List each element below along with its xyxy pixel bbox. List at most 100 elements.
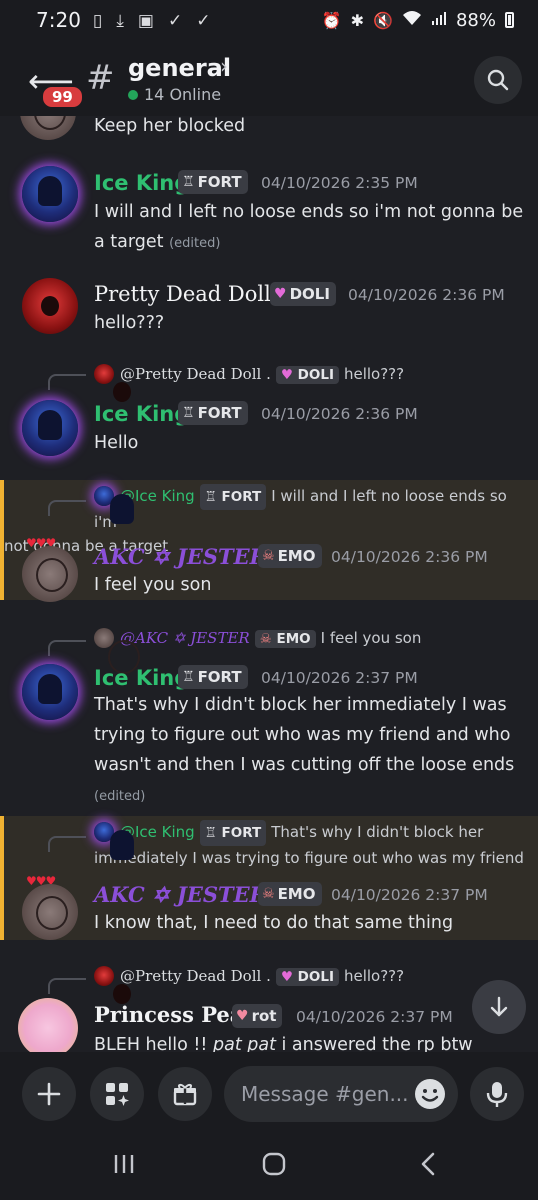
message-input[interactable]: Message #gen... (224, 1066, 458, 1122)
mini-avatar (94, 364, 114, 384)
timestamp: 04/10/2026 2:36 PM (348, 286, 505, 304)
author-name[interactable]: Ice King (94, 402, 189, 426)
avatar[interactable] (22, 664, 78, 720)
add-attachment-button[interactable] (22, 1067, 76, 1121)
timestamp: 04/10/2026 2:36 PM (261, 405, 418, 423)
author-name[interactable]: Ice King (94, 171, 189, 195)
role-tag[interactable]: ♖ FORT (178, 665, 248, 689)
battery-level: 88% (455, 9, 496, 31)
skull-icon: ☠ (262, 548, 275, 564)
online-dot-icon (128, 89, 138, 100)
avatar[interactable] (22, 166, 78, 222)
heart-icon: ♥ (280, 969, 293, 985)
message-list[interactable]: Keep her blocked Ice King ♖ FORT 04/10/20… (0, 116, 538, 1052)
role-tag[interactable]: ♥ rot (232, 1004, 283, 1028)
avatar[interactable] (18, 998, 78, 1052)
message-text: That's why I didn't block her immediatel… (94, 695, 515, 804)
message[interactable]: @Pretty Dead Doll . ♥ DOLI hello??? Prince… (0, 956, 538, 1052)
search-button[interactable] (474, 56, 522, 104)
avatar[interactable] (22, 884, 78, 940)
timestamp: 04/10/2026 2:36 PM (331, 548, 488, 566)
emoji-icon[interactable] (414, 1078, 446, 1110)
message-text: BLEH hello !! pat pat i answered the rp … (94, 1035, 473, 1052)
message-text: hello??? (94, 313, 165, 333)
fort-icon: ♖ (182, 669, 195, 685)
unread-badge: 99 (40, 84, 85, 110)
reply-preview[interactable]: @AKC ✡ JESTER ☠ EMO I feel you son (94, 628, 421, 648)
avatar[interactable] (22, 546, 78, 602)
role-tag[interactable]: ♥ DOLI (270, 282, 336, 306)
download-icon: ⤓ (116, 11, 124, 31)
reply-preview[interactable]: @Pretty Dead Doll . ♥ DOLI hello??? (94, 364, 404, 384)
alarm-icon: ⏰ (321, 10, 342, 30)
message-highlighted[interactable]: @Ice King ♖ FORT That's why I didn't block… (0, 816, 538, 940)
chevron-right-icon[interactable]: › (220, 54, 228, 78)
fort-icon: ♖ (204, 489, 217, 505)
channel-name[interactable]: general (128, 54, 231, 82)
message-text: I know that, I need to do that same thin… (94, 913, 454, 933)
role-tag[interactable]: ☠ EMO (258, 544, 322, 568)
message-highlighted[interactable]: @Ice King ♖ FORT I will and I left no loos… (0, 480, 538, 602)
composer-bar: Message #gen... (0, 1052, 538, 1136)
message[interactable]: @Pretty Dead Doll . ♥ DOLI hello??? Ice Ki… (0, 354, 538, 464)
signal-icon (431, 10, 447, 30)
message[interactable]: Ice King ♖ FORT 04/10/2026 2:35 PM I will… (0, 156, 538, 260)
channel-header: ⟵ 99 # general › 14 Online (0, 40, 538, 116)
author-name[interactable]: AKC ✡ JESTER (94, 544, 267, 569)
skull-icon: ☠ (259, 631, 272, 647)
timestamp: 04/10/2026 2:37 PM (331, 886, 488, 904)
mute-icon: 🔇 (373, 10, 393, 30)
reply-preview[interactable]: @Ice King ♖ FORT That's why I didn't block… (94, 820, 534, 870)
plus-icon (37, 1082, 61, 1106)
edited-label: (edited) (94, 789, 146, 804)
arrow-down-icon (490, 996, 508, 1017)
fort-icon: ♖ (182, 405, 195, 421)
author-name[interactable]: Pretty Dead Doll . (94, 282, 284, 306)
message[interactable]: Keep her blocked (0, 116, 538, 140)
gift-icon (173, 1084, 197, 1106)
channel-hash-icon: # (86, 58, 115, 98)
message[interactable]: @AKC ✡ JESTER ☠ EMO I feel you son Ice Kin… (0, 620, 538, 804)
fort-icon: ♖ (204, 825, 217, 841)
avatar[interactable] (22, 400, 78, 456)
role-tag[interactable]: ♖ FORT (178, 401, 248, 425)
apps-button[interactable] (90, 1067, 144, 1121)
edited-label: (edited) (169, 236, 221, 251)
message-text: Keep her blocked (94, 116, 246, 136)
recent-apps-icon[interactable] (112, 1152, 136, 1183)
voice-message-button[interactable] (470, 1067, 524, 1121)
home-icon[interactable] (262, 1152, 286, 1183)
apps-icon (106, 1083, 129, 1106)
search-icon (487, 69, 509, 91)
mini-avatar (94, 966, 114, 986)
battery-icon (505, 12, 514, 28)
microphone-icon (486, 1082, 508, 1107)
status-bar: 7:20 ▯ ⤓ ▣ ✓ ✓ ⏰ ✱ 🔇 88% (0, 0, 538, 40)
timestamp: 04/10/2026 2:37 PM (296, 1008, 453, 1026)
system-nav-bar (0, 1136, 538, 1200)
skull-icon: ☠ (262, 886, 275, 902)
check-icon: ✓ (196, 11, 211, 31)
timestamp: 04/10/2026 2:35 PM (261, 174, 418, 192)
status-time: 7:20 (36, 8, 81, 32)
heart-icon: ♥ (274, 286, 287, 302)
role-tag[interactable]: ♖ FORT (178, 170, 248, 194)
role-tag[interactable]: ☠ EMO (258, 882, 322, 906)
heart-icon: ♥ (280, 367, 293, 383)
mini-avatar (94, 628, 114, 648)
online-count: 14 Online (128, 85, 221, 104)
gift-button[interactable] (158, 1067, 212, 1121)
message[interactable]: Pretty Dead Doll . ♥ DOLI 04/10/2026 2:36… (0, 266, 538, 346)
mini-avatar (94, 486, 114, 506)
back-icon[interactable] (418, 1152, 438, 1183)
mini-avatar (94, 822, 114, 842)
wifi-icon (402, 10, 422, 30)
author-name[interactable]: Ice King (94, 666, 189, 690)
avatar[interactable] (20, 116, 76, 140)
heart-icon: ♥ (236, 1008, 249, 1024)
avatar[interactable] (22, 278, 78, 334)
scroll-to-bottom-button[interactable] (472, 980, 526, 1034)
author-name[interactable]: AKC ✡ JESTER (94, 882, 267, 907)
timestamp: 04/10/2026 2:37 PM (261, 669, 418, 687)
reply-preview[interactable]: @Pretty Dead Doll . ♥ DOLI hello??? (94, 966, 404, 986)
